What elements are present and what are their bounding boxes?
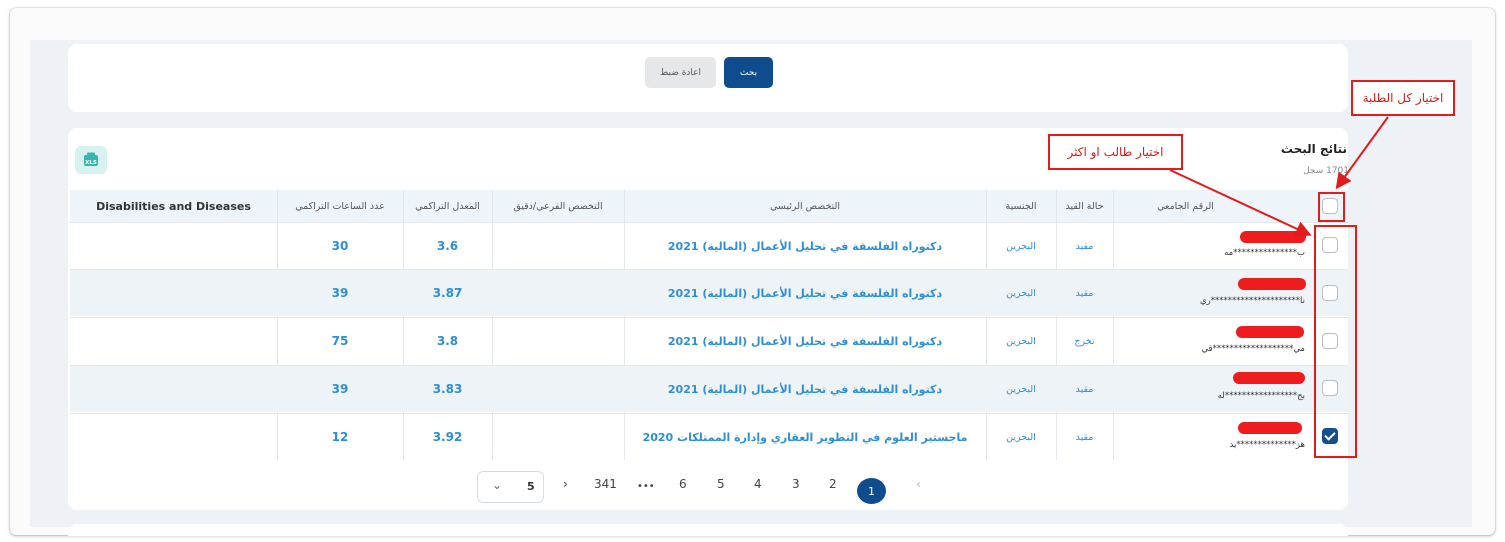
results-count: 1701 سجل [1303,166,1349,176]
page-3[interactable]: 3 [792,477,800,491]
gpa-cell: 3.6 [436,239,459,253]
page-4[interactable]: 4 [754,477,762,491]
redaction-mark [1236,326,1304,338]
redaction-mark [1233,372,1305,384]
status-cell: مقيد [1075,383,1094,395]
prev-page-button[interactable]: ‹ [916,477,921,491]
disabilities-cell [70,366,277,412]
page-size-value: 5 [527,480,535,493]
excel-export-icon[interactable]: XLS [75,146,107,174]
col-student-id[interactable]: الرقم الجامعي [1113,190,1258,222]
select-one-callout: اختيار طالب او اكثر [1048,134,1183,170]
col-nationality[interactable]: الجنسية [986,190,1056,222]
hours-cell: 75 [331,334,349,348]
col-hours[interactable]: عدد الساعات التراكمي [277,190,403,222]
redaction-mark [1240,231,1306,243]
table-row[interactable]: مقيد البحرين دكتوراه الفلسفة في تحليل ال… [70,365,1348,412]
table-row[interactable]: مقيد البحرين دكتوراه الفلسفة في تحليل ال… [70,269,1348,316]
col-gpa[interactable]: المعدل التراكمي [403,190,492,222]
redaction-mark [1238,278,1306,290]
nationality-cell: البحرين [1006,431,1036,443]
disabilities-cell [70,318,277,364]
col-major[interactable]: التخصص الرئيسي [624,190,986,222]
student-id-cell[interactable]: نا*********************ري [1200,296,1305,306]
major-cell[interactable]: ماجستير العلوم في التطوير العقاري وإدارة… [624,414,986,460]
chevron-down-icon: ⌄ [492,478,503,492]
gpa-cell: 3.83 [432,382,463,396]
minor-cell [492,223,624,269]
nationality-cell: البحرين [1006,335,1036,347]
next-card [68,524,1348,536]
minor-cell [492,318,624,364]
hours-cell: 39 [331,286,349,300]
col-status[interactable]: حالة القيد [1056,190,1113,222]
table-row[interactable]: مقيد البحرين ماجستير العلوم في التطوير ا… [70,413,1348,460]
disabilities-cell [70,223,277,269]
gpa-cell: 3.87 [432,286,463,300]
page-size-select[interactable]: ⌄ 5 [477,471,544,503]
disabilities-cell [70,270,277,316]
col-disabilities[interactable]: Disabilities and Diseases [70,190,277,222]
table-header: الرقم الجامعي حالة القيد الجنسية التخصص … [70,190,1348,222]
page-1-current[interactable]: 1 [857,478,886,504]
select-all-highlight [1318,192,1345,222]
nationality-cell: البحرين [1006,383,1036,395]
svg-text:XLS: XLS [85,160,97,166]
minor-cell [492,366,624,412]
minor-cell [492,270,624,316]
page-6[interactable]: 6 [679,477,687,491]
redaction-mark [1238,422,1302,434]
hours-cell: 30 [331,239,349,253]
major-cell[interactable]: دكتوراه الفلسفة في تحليل الأعمال (المالي… [624,366,986,412]
row-checkboxes-highlight [1314,225,1357,458]
page-last[interactable]: 341 [594,477,617,491]
minor-cell [492,414,624,460]
status-cell: مقيد [1075,287,1094,299]
select-all-callout: اختيار كل الطلبة [1351,80,1455,116]
student-id-cell[interactable]: هز**************يد [1230,440,1306,450]
major-cell[interactable]: دكتوراه الفلسفة في تحليل الأعمال (المالي… [624,318,986,364]
gpa-cell: 3.8 [436,334,459,348]
page-5[interactable]: 5 [717,477,725,491]
nationality-cell: البحرين [1006,240,1036,252]
major-cell[interactable]: دكتوراه الفلسفة في تحليل الأعمال (المالي… [624,223,986,269]
col-minor[interactable]: التخصص الفرعي/دقيق [492,190,624,222]
table-row[interactable]: تخرج البحرين دكتوراه الفلسفة في تحليل ال… [70,317,1348,364]
status-cell: مقيد [1075,240,1094,252]
student-id-cell[interactable]: مي*******************قي [1201,344,1305,354]
student-id-cell[interactable]: بح*****************له [1218,391,1305,401]
gpa-cell: 3.92 [432,430,463,444]
page-ellipsis[interactable]: ••• [637,481,655,492]
hours-cell: 39 [331,382,349,396]
disabilities-cell [70,414,277,460]
student-id-cell[interactable]: ب***************مه [1224,248,1305,258]
status-cell: مقيد [1075,431,1094,443]
reset-button[interactable]: اعادة ضبط [645,57,716,88]
page-2[interactable]: 2 [829,477,837,491]
table-row[interactable]: مقيد البحرين دكتوراه الفلسفة في تحليل ال… [70,222,1348,269]
search-button[interactable]: بحث [724,57,773,88]
hours-cell: 12 [331,430,349,444]
nationality-cell: البحرين [1006,287,1036,299]
status-cell: تخرج [1074,335,1095,347]
major-cell[interactable]: دكتوراه الفلسفة في تحليل الأعمال (المالي… [624,270,986,316]
results-title: نتائج البحث [1280,142,1347,156]
next-page-button[interactable]: › [563,477,568,491]
